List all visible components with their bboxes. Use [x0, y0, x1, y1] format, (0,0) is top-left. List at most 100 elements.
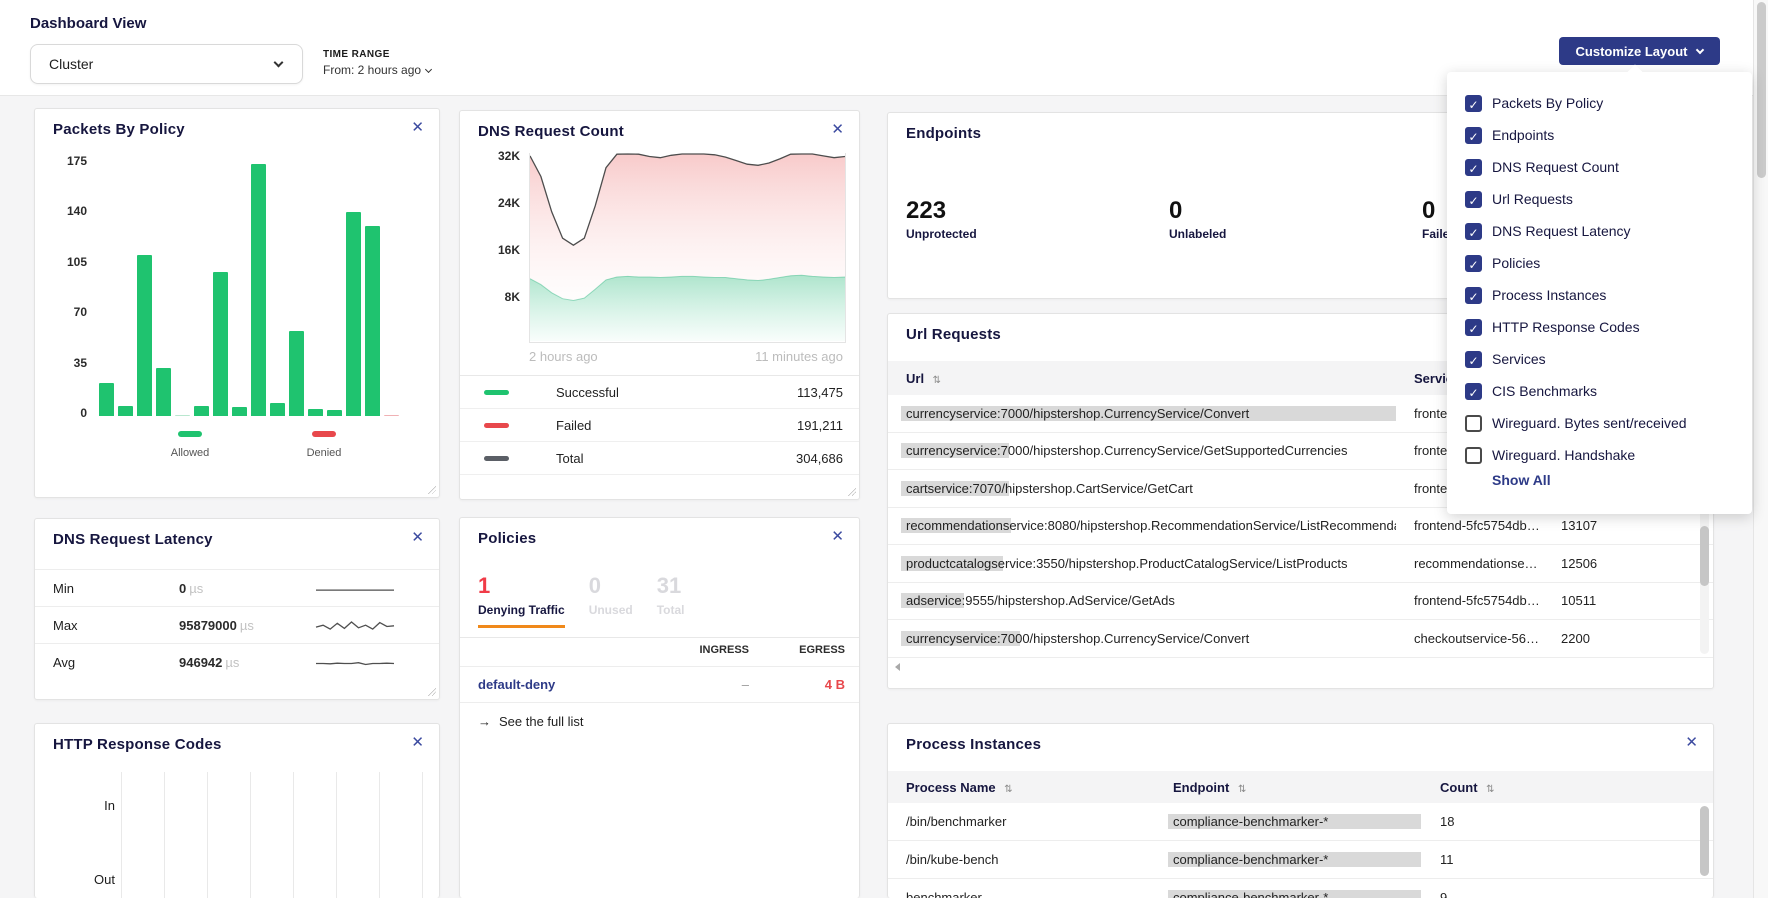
menu-item[interactable]: ✓DNS Request Latency [1465, 215, 1687, 247]
scrollbar-thumb[interactable] [1700, 806, 1709, 876]
scrollbar-thumb[interactable] [1700, 526, 1709, 586]
process-name-text: /bin/kube-bench [906, 852, 999, 867]
sort-icon[interactable]: ⇅ [1238, 784, 1246, 795]
menu-item-label: Url Requests [1492, 191, 1573, 207]
menu-item[interactable]: ✓Packets By Policy [1465, 87, 1687, 119]
table-row[interactable]: adservice:9555/hipstershop.AdService/Get… [888, 583, 1713, 621]
policy-tab-total[interactable]: 31Total [657, 573, 685, 628]
page-scrollbar-thumb[interactable] [1757, 2, 1766, 178]
checkbox-icon[interactable] [1465, 447, 1482, 464]
menu-item-label: HTTP Response Codes [1492, 319, 1640, 335]
endpoint-stat: 223Unprotected [906, 197, 977, 241]
horizontal-scrollbar[interactable] [888, 657, 1713, 677]
bar [289, 331, 304, 416]
checkbox-icon[interactable]: ✓ [1465, 287, 1482, 304]
view-select[interactable]: Cluster [30, 44, 303, 84]
resize-handle[interactable] [427, 485, 436, 494]
count-cell: 10511 [1543, 593, 1713, 608]
table-row[interactable]: /bin/benchmarkercompliance-benchmarker-*… [888, 803, 1713, 841]
bar [270, 403, 285, 416]
close-icon[interactable]: ✕ [411, 530, 424, 545]
policy-name-link[interactable]: default-deny [460, 677, 654, 692]
checkbox-icon[interactable]: ✓ [1465, 191, 1482, 208]
url-cell: cartservice:7070/hipstershop.CartService… [888, 481, 1396, 496]
checkbox-icon[interactable]: ✓ [1465, 255, 1482, 272]
service-text: recommendationse… [1414, 556, 1538, 571]
menu-item[interactable]: Wireguard. Handshake [1465, 439, 1687, 471]
menu-item[interactable]: ✓CIS Benchmarks [1465, 375, 1687, 407]
bar [251, 164, 266, 416]
sort-icon[interactable]: ⇅ [1486, 784, 1494, 795]
latency-unit: µs [225, 655, 239, 670]
close-icon[interactable]: ✕ [411, 120, 424, 135]
menu-item[interactable]: ✓ Url Requests [1465, 183, 1687, 215]
resize-handle[interactable] [847, 487, 856, 496]
endpoint-text: compliance-benchmarker-* [1173, 852, 1328, 867]
legend-row: Successful113,475 [460, 376, 859, 409]
dashboard-page: Dashboard View Cluster TIME RANGE From: … [0, 0, 1768, 898]
checkbox-icon[interactable]: ✓ [1465, 95, 1482, 112]
menu-item[interactable]: ✓DNS Request Count [1465, 151, 1687, 183]
column-header[interactable]: Process Name ⇅ [888, 780, 1155, 795]
service-text: frontend-5fc5754db… [1414, 518, 1540, 533]
count-text: 9 [1440, 890, 1447, 898]
legend-label: Denied [284, 447, 364, 459]
menu-item[interactable]: Wireguard. Bytes sent/received [1465, 407, 1687, 439]
stat-value: 223 [906, 197, 977, 225]
checkbox-icon[interactable]: ✓ [1465, 383, 1482, 400]
column-header[interactable]: Count ⇅ [1422, 780, 1713, 795]
url-cell: recommendationservice:8080/hipstershop.R… [888, 518, 1396, 533]
x-axis-label-left: 2 hours ago [529, 349, 598, 364]
table-row[interactable]: /bin/kube-benchcompliance-benchmarker-*1… [888, 841, 1713, 879]
time-range-label: TIME RANGE [323, 49, 431, 60]
table-row[interactable]: benchmarkercompliance-benchmarker-*9 [888, 879, 1713, 898]
policy-table-header: INGRESS EGRESS [460, 644, 859, 656]
checkbox-icon[interactable]: ✓ [1465, 319, 1482, 336]
chevron-down-icon [1696, 45, 1704, 53]
table-row[interactable]: currencyservice:7000/hipstershop.Currenc… [888, 620, 1713, 658]
process-name-cell: /bin/kube-bench [888, 852, 1155, 867]
column-header[interactable]: Endpoint ⇅ [1155, 780, 1422, 795]
close-icon[interactable]: ✕ [831, 122, 844, 137]
checkbox-icon[interactable]: ✓ [1465, 351, 1482, 368]
customize-layout-button[interactable]: Customize Layout [1559, 37, 1720, 65]
tab-count: 31 [657, 573, 685, 599]
endpoint-text: compliance-benchmarker-* [1173, 814, 1328, 829]
menu-item[interactable]: ✓ HTTP Response Codes [1465, 311, 1687, 343]
url-column-header[interactable]: Url ⇅ [888, 371, 1396, 386]
url-cell: adservice:9555/hipstershop.AdService/Get… [888, 593, 1396, 608]
checkbox-icon[interactable]: ✓ [1465, 159, 1482, 176]
time-range-value[interactable]: From: 2 hours ago [323, 63, 431, 77]
page-scrollbar[interactable] [1753, 0, 1768, 898]
table-row[interactable]: productcatalogservice:3550/hipstershop.P… [888, 545, 1713, 583]
policy-tab-denying-traffic[interactable]: 1Denying Traffic [478, 573, 565, 628]
checkbox-icon[interactable] [1465, 415, 1482, 432]
time-range[interactable]: TIME RANGE From: 2 hours ago [323, 49, 431, 77]
endpoint-cell: compliance-benchmarker-* [1155, 890, 1422, 898]
latency-label: Avg [53, 655, 179, 670]
menu-item[interactable]: ✓Process Instances [1465, 279, 1687, 311]
endpoint-cell: compliance-benchmarker-* [1155, 814, 1422, 829]
policy-row[interactable]: default-deny – 4 B [460, 666, 859, 703]
resize-handle[interactable] [427, 687, 436, 696]
bar [99, 383, 114, 416]
bar [365, 226, 380, 416]
show-all-link[interactable]: Show All [1492, 472, 1551, 488]
card-title: DNS Request Count [478, 123, 624, 140]
row-label-in: In [35, 798, 115, 813]
menu-item[interactable]: ✓Endpoints [1465, 119, 1687, 151]
see-full-list-link[interactable]: →See the full list [478, 714, 584, 729]
sort-icon[interactable]: ⇅ [1004, 784, 1012, 795]
close-icon[interactable]: ✕ [411, 735, 424, 750]
close-icon[interactable]: ✕ [831, 529, 844, 544]
scroll-left-arrow[interactable] [895, 663, 900, 671]
checkbox-icon[interactable]: ✓ [1465, 223, 1482, 240]
close-icon[interactable]: ✕ [1685, 735, 1698, 750]
checkbox-icon[interactable]: ✓ [1465, 127, 1482, 144]
policy-tab-unused[interactable]: 0Unused [589, 573, 633, 628]
menu-item[interactable]: ✓Services [1465, 343, 1687, 375]
sort-icon[interactable]: ⇅ [933, 375, 941, 386]
bar [384, 415, 399, 417]
menu-item[interactable]: ✓Policies [1465, 247, 1687, 279]
egress-header: EGRESS [749, 644, 845, 656]
